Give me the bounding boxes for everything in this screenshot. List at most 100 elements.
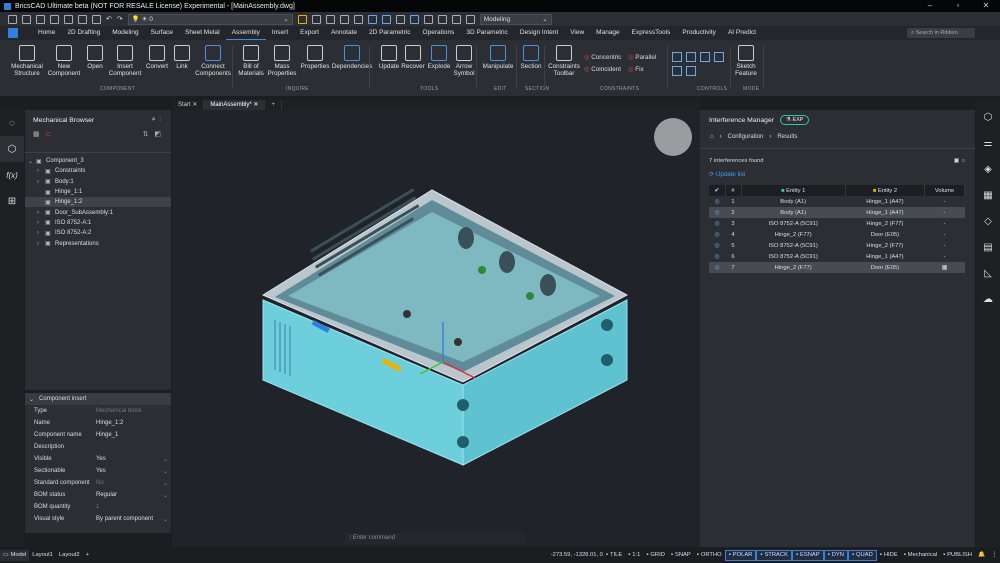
tree-item[interactable]: ▣ Hinge_1:2 bbox=[25, 197, 171, 208]
layout1-tab[interactable]: Layout1 bbox=[29, 550, 56, 561]
table-row[interactable]: ◎ 5 ISO 8752-A (5C91) Hinge_2 (F77) - bbox=[709, 240, 965, 251]
tool-icon[interactable] bbox=[311, 14, 321, 24]
status-polar[interactable]: ▪ POLAR bbox=[724, 549, 757, 561]
tree-item[interactable]: › ▣ Representations bbox=[25, 238, 171, 248]
property-row[interactable]: Standard component No ⌄ bbox=[25, 477, 171, 489]
cloud-icon[interactable]: ☁ bbox=[976, 286, 1000, 312]
tab-surface[interactable]: Surface bbox=[145, 26, 179, 40]
constraint-icon[interactable]: ⊏ bbox=[46, 130, 52, 144]
property-row[interactable]: Visible Yes ⌄ bbox=[25, 453, 171, 465]
assembly-model[interactable] bbox=[172, 110, 700, 547]
col-entity2[interactable]: ■ Entity 2 bbox=[845, 185, 926, 196]
tab-view[interactable]: View bbox=[564, 26, 590, 40]
chevron-icon[interactable]: › bbox=[37, 210, 45, 216]
status-esnap[interactable]: ▪ ESNAP bbox=[791, 549, 824, 561]
controls-icon[interactable] bbox=[686, 52, 696, 62]
controls-icon[interactable] bbox=[672, 66, 682, 76]
function-icon[interactable]: f(x) bbox=[0, 162, 24, 188]
minimize-button[interactable]: – bbox=[916, 0, 944, 12]
workspace-dropdown[interactable]: Modeling ⌄ bbox=[479, 13, 552, 25]
section-header[interactable]: ⌄ Component insert bbox=[25, 393, 171, 405]
interference-icon[interactable]: ◎ bbox=[709, 207, 725, 218]
constraint-concentric[interactable]: ◎ Concentric bbox=[584, 54, 621, 61]
status-tile[interactable]: ▪ TILE bbox=[603, 550, 625, 561]
ribbon-button-mechanical-structure[interactable]: Mechanical Structure bbox=[11, 45, 43, 77]
table-row[interactable]: ◎ 3 ISO 8752-A (5C91) Hinge_2 (F77) - bbox=[709, 218, 965, 229]
interference-icon[interactable]: ◎ bbox=[709, 240, 725, 251]
home-icon[interactable]: ⌂ bbox=[710, 134, 714, 140]
filter-icon[interactable]: ▦ bbox=[33, 130, 40, 144]
tab-sheet-metal[interactable]: Sheet Metal bbox=[179, 26, 226, 40]
controls-icon[interactable] bbox=[714, 52, 724, 62]
lightbulb-icon[interactable]: ◌ bbox=[0, 110, 24, 136]
tab-2d-parametric[interactable]: 2D Parametric bbox=[363, 26, 417, 40]
tool-icon[interactable] bbox=[325, 14, 335, 24]
open-icon[interactable] bbox=[22, 14, 31, 24]
property-row[interactable]: Name Hinge_1:2 bbox=[25, 417, 171, 429]
calculate-volume-icon[interactable]: ▦ bbox=[924, 262, 965, 273]
tab-manage[interactable]: Manage bbox=[590, 26, 626, 40]
tab-operations[interactable]: Operations bbox=[417, 26, 461, 40]
status-grid[interactable]: ▪ GRID bbox=[643, 550, 668, 561]
status-hide[interactable]: ▪ HIDE bbox=[877, 550, 901, 561]
status-snap[interactable]: ▪ SNAP bbox=[668, 550, 694, 561]
tree-item[interactable]: › ▣ Door_SubAssembly:1 bbox=[25, 207, 171, 217]
constraint-coincident[interactable]: ◎ Coincident bbox=[584, 66, 621, 73]
ribbon-button-dependencies[interactable]: Dependencies bbox=[332, 45, 372, 70]
chevron-icon[interactable]: › bbox=[37, 220, 45, 226]
ribbon-button-new-component[interactable]: New Component bbox=[48, 45, 80, 77]
table-row[interactable]: ◎ 6 ISO 8752-A (5C91) Hinge_1 (A47) - bbox=[709, 251, 965, 262]
table-row[interactable]: ◎ 1 Body (A1) Hinge_1 (A47) - bbox=[709, 196, 965, 207]
tree-item[interactable]: ▣ Hinge_1:1 bbox=[25, 187, 171, 197]
property-row[interactable]: Sectionable Yes ⌄ bbox=[25, 465, 171, 477]
app-menu-button[interactable] bbox=[8, 28, 18, 38]
status-quad[interactable]: ▪ QUAD bbox=[847, 549, 877, 561]
ribbon-search-input[interactable]: ⌕ Search in Ribbon bbox=[907, 28, 975, 38]
ribbon-button-constraints-toolbar[interactable]: Constraints Toolbar bbox=[548, 45, 580, 77]
sort-icon[interactable]: ⇅ bbox=[143, 130, 149, 144]
ribbon-button-insert-component[interactable]: Insert Component bbox=[109, 45, 141, 77]
tab-expresstools[interactable]: ExpressTools bbox=[626, 26, 677, 40]
new-icon[interactable] bbox=[8, 14, 17, 24]
tab-start[interactable]: Start ✕ bbox=[172, 100, 205, 110]
tab-main-assembly[interactable]: MainAssembly* ✕ bbox=[204, 100, 266, 110]
tab-home[interactable]: Home bbox=[32, 26, 61, 40]
table-row[interactable]: ◎ 4 Hinge_2 (F77) Door (E05) - bbox=[709, 229, 965, 240]
table-row[interactable]: ◎ 7 Hinge_2 (F77) Door (E05) ▦ bbox=[709, 262, 965, 273]
status-mechanical[interactable]: ▪ Mechanical bbox=[901, 550, 940, 561]
view-icon[interactable] bbox=[381, 14, 391, 24]
search-icon[interactable]: ⌕ bbox=[152, 116, 156, 123]
notification-icon[interactable]: 🔔 bbox=[975, 550, 988, 561]
sliders-icon[interactable] bbox=[451, 14, 461, 24]
status-dyn[interactable]: ▪ DYN bbox=[823, 549, 848, 561]
controls-icon[interactable] bbox=[672, 52, 682, 62]
tab-modeling[interactable]: Modeling bbox=[106, 26, 144, 40]
interference-icon[interactable]: ◎ bbox=[709, 218, 725, 229]
tab-productivity[interactable]: Productivity bbox=[676, 26, 722, 40]
ribbon-button-open[interactable]: Open bbox=[80, 45, 110, 70]
image-icon[interactable] bbox=[465, 14, 475, 24]
undo-icon[interactable]: ↶ bbox=[106, 15, 112, 23]
ribbon-button-mass-properties[interactable]: Mass Properties bbox=[267, 45, 297, 77]
close-button[interactable]: ✕ bbox=[972, 0, 1000, 12]
structure-icon[interactable]: ⊞ bbox=[0, 188, 24, 214]
controls-icon[interactable] bbox=[700, 52, 710, 62]
toggle-icon[interactable]: ◩ bbox=[154, 130, 161, 144]
view-icon[interactable] bbox=[409, 14, 419, 24]
ribbon-button-connect-components[interactable]: Connect Components bbox=[195, 45, 231, 77]
ribbon-button-arrow-symbol[interactable]: Arrow Symbol bbox=[449, 45, 479, 77]
save-as-icon[interactable] bbox=[50, 14, 59, 24]
draw-icon[interactable]: ◺ bbox=[976, 260, 1000, 286]
interference-icon[interactable]: ◎ bbox=[709, 229, 725, 240]
command-line-input[interactable]: ⁝ Enter command bbox=[345, 533, 525, 544]
col-volume[interactable]: Volume bbox=[924, 185, 965, 196]
status-ortho[interactable]: ▪ ORTHO bbox=[694, 550, 725, 561]
tab-ai-predict[interactable]: AI Predict bbox=[722, 26, 762, 40]
menu-icon[interactable]: ⋮ bbox=[988, 550, 1000, 561]
chevron-icon[interactable]: ⌄ bbox=[28, 158, 36, 165]
property-row[interactable]: Description bbox=[25, 441, 171, 453]
interference-icon[interactable]: ◎ bbox=[709, 196, 725, 207]
property-row[interactable]: Component name Hinge_1 bbox=[25, 429, 171, 441]
tab-export[interactable]: Export bbox=[294, 26, 325, 40]
tool-icon[interactable] bbox=[339, 14, 349, 24]
